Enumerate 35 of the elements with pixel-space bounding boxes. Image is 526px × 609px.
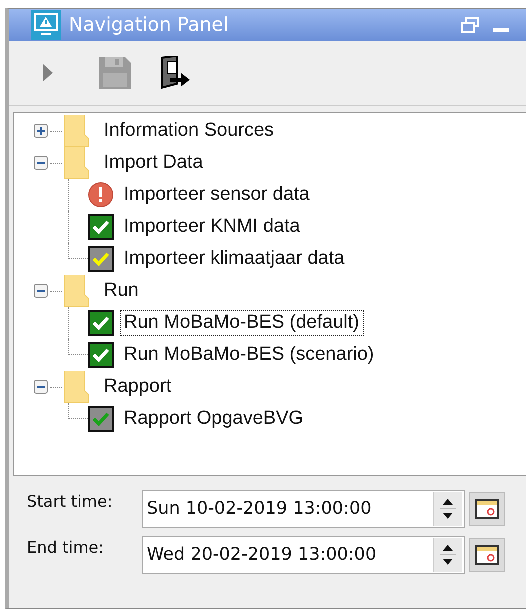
calendar-button[interactable] [469, 538, 505, 572]
error-icon [88, 182, 114, 208]
monitor-warning-icon [31, 10, 61, 40]
checkbox-icon [88, 310, 114, 336]
expander-icon[interactable] [34, 380, 48, 394]
spinner-icon[interactable] [433, 538, 462, 572]
folder-icon [64, 371, 90, 403]
folder-icon [64, 115, 90, 147]
window-title: Navigation Panel [69, 14, 230, 36]
folder-icon [64, 275, 90, 307]
folder-icon [64, 147, 90, 179]
tree-item[interactable]: Importeer KNMI data [120, 214, 304, 240]
tree-item[interactable]: Run MoBaMo-BES (default) [120, 310, 364, 336]
calendar-button[interactable] [469, 492, 505, 526]
expander-icon[interactable] [34, 284, 48, 298]
expander-icon[interactable] [34, 124, 48, 138]
restore-icon[interactable] [461, 17, 481, 33]
tree-item[interactable]: Import Data [100, 150, 208, 176]
tree-item[interactable]: Run [100, 278, 143, 304]
tree-item[interactable]: Run MoBaMo-BES (scenario) [120, 342, 378, 368]
tree-item[interactable]: Importeer sensor data [120, 182, 314, 208]
tree-item[interactable]: Information Sources [100, 118, 278, 144]
checkbox-icon [88, 214, 114, 240]
tree-item[interactable]: Rapport [100, 374, 176, 400]
tree-item[interactable]: Importeer klimaatjaar data [120, 246, 349, 272]
play-icon[interactable] [43, 64, 53, 82]
field-label: End time: [27, 538, 106, 557]
expander-icon[interactable] [34, 156, 48, 170]
date-time-field[interactable]: Wed 20-02-2019 13:00:00 [142, 536, 465, 574]
field-label: Start time: [27, 492, 114, 511]
exit-door-icon[interactable] [159, 56, 191, 90]
date-time-field[interactable]: Sun 10-02-2019 13:00:00 [142, 490, 465, 528]
checkbox-icon [88, 342, 114, 368]
spinner-icon[interactable] [433, 492, 462, 526]
tree-item[interactable]: Rapport OpgaveBVG [120, 406, 308, 432]
